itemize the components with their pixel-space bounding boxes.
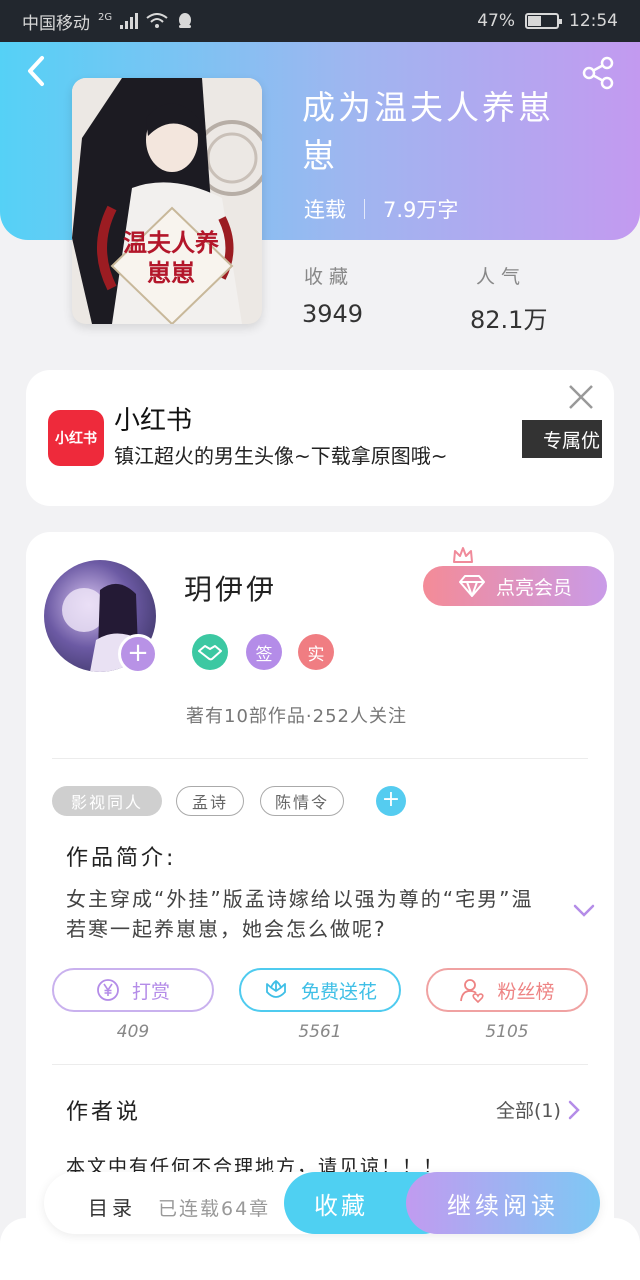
battery-icon	[525, 13, 562, 29]
tip-label: 打赏	[131, 980, 170, 1003]
author-says-all-label: 全部(1)	[496, 1100, 561, 1122]
intro-title: 作品简介:	[66, 846, 177, 871]
author-says-all-link[interactable]: 全部(1)	[496, 1096, 581, 1123]
send-flower-label: 免费送花	[300, 980, 377, 1003]
chevron-right-icon	[568, 1100, 580, 1119]
tag-series[interactable]: 陈情令	[260, 786, 344, 816]
author-name[interactable]: 玥伊伊	[184, 568, 277, 608]
cover-title: 温夫人养崽崽	[123, 228, 219, 287]
divider	[52, 1064, 588, 1065]
book-title: 成为温夫人养崽崽	[302, 88, 554, 175]
fan-ranking-button[interactable]: 粉丝榜	[426, 968, 588, 1012]
diamond-icon	[458, 575, 485, 597]
back-icon[interactable]	[20, 54, 54, 88]
wifi-icon	[146, 13, 168, 28]
signed-badge: 签	[246, 634, 282, 670]
close-icon[interactable]	[566, 382, 596, 412]
favorites-label: 收藏	[304, 266, 355, 288]
author-says-title: 作者说	[66, 1100, 142, 1125]
table-of-contents-button[interactable]: 目录	[88, 1192, 136, 1221]
book-cover[interactable]: 温夫人养崽崽	[72, 78, 262, 324]
fan-ranking-label: 粉丝榜	[497, 980, 555, 1003]
ad-title[interactable]: 小红书	[114, 400, 192, 437]
tip-button[interactable]: 打赏	[52, 968, 214, 1012]
carrier-label: 中国移动	[22, 13, 90, 34]
add-tag-button[interactable]: +	[376, 786, 406, 816]
network-type: 2G	[98, 11, 113, 23]
vip-member-button[interactable]: 点亮会员	[423, 566, 607, 606]
flower-icon	[266, 980, 286, 998]
favorites-value: 3949	[302, 300, 364, 328]
chevron-down-icon[interactable]	[572, 898, 596, 922]
status-bar: 中国移动 2G 47% 12:54	[0, 0, 640, 42]
book-meta: 连载 7.9万字	[304, 194, 458, 224]
word-count: 7.9万字	[383, 198, 459, 222]
popularity-value: 82.1万	[470, 306, 548, 334]
ad-cta-button[interactable]: 专属优	[522, 420, 602, 458]
ad-logo[interactable]: 小红书	[48, 410, 104, 466]
vip-button-label: 点亮会员	[495, 576, 572, 599]
share-icon[interactable]	[582, 56, 616, 90]
yen-icon	[97, 979, 119, 1001]
qq-icon	[179, 13, 192, 28]
tip-count: 409	[116, 1022, 150, 1042]
send-flower-button[interactable]: 免费送花	[239, 968, 401, 1012]
battery-percent: 47%	[477, 11, 515, 31]
tag-genre[interactable]: 影视同人	[52, 786, 162, 816]
fans-icon	[460, 979, 485, 1003]
meta-divider	[364, 199, 365, 219]
chapter-count: 已连载64章	[158, 1198, 271, 1220]
author-stats: 著有10部作品·252人关注	[186, 706, 407, 727]
popularity-label: 人气	[476, 266, 527, 288]
fan-count: 5105	[485, 1022, 529, 1042]
flower-count: 5561	[298, 1022, 342, 1042]
crown-icon	[453, 547, 473, 563]
ad-description[interactable]: 镇江超火的男生头像~下载拿原图哦~	[114, 440, 448, 469]
intro-text: 女主穿成“外挂”版孟诗嫁给以强为尊的“宅男”温若寒一起养崽崽，她会怎么做呢?	[66, 887, 534, 941]
handshake-icon	[192, 634, 228, 670]
verified-badge: 实	[298, 634, 334, 670]
signal-icon	[120, 13, 139, 29]
follow-plus-button[interactable]: +	[118, 634, 158, 674]
continue-reading-button[interactable]: 继续阅读	[406, 1172, 600, 1234]
divider	[52, 758, 588, 759]
tag-character[interactable]: 孟诗	[176, 786, 244, 816]
book-status: 连载	[304, 198, 346, 222]
clock: 12:54	[569, 11, 618, 31]
